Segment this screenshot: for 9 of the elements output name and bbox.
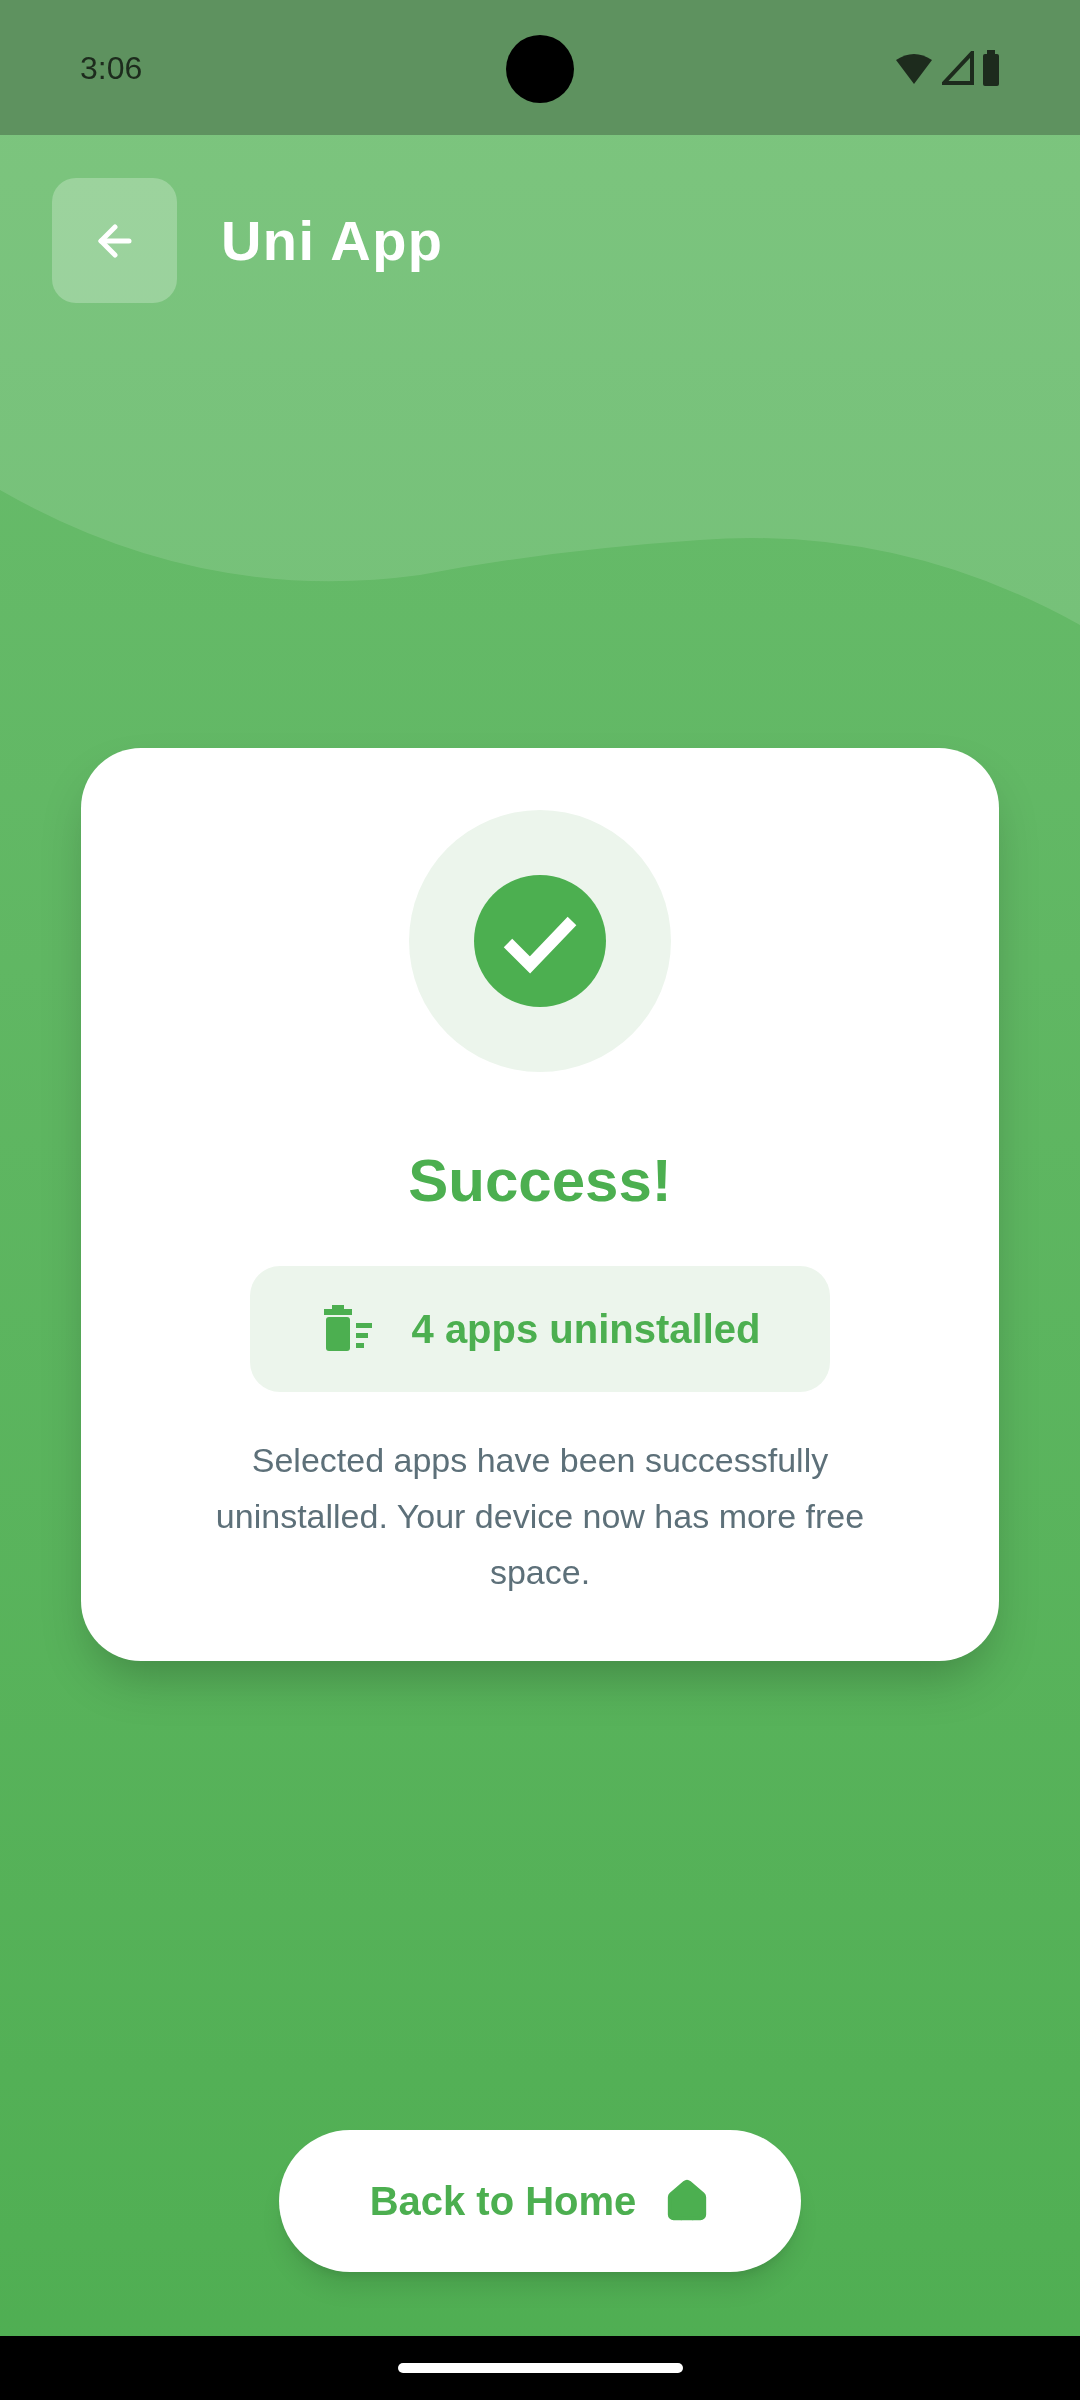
battery-icon: [982, 49, 1000, 86]
back-to-home-button[interactable]: Back to Home: [279, 2130, 801, 2272]
back-button[interactable]: [52, 178, 177, 303]
header-title: Uni App: [221, 207, 444, 274]
success-title: Success!: [408, 1146, 672, 1216]
success-message: Selected apps have been successfully uninstalled. Your device now has more free space.: [214, 1440, 866, 1593]
signal-icon: [942, 50, 974, 85]
status-time: 3:06: [80, 48, 143, 88]
badge-text: 4 apps uninstalled: [411, 1306, 761, 1353]
